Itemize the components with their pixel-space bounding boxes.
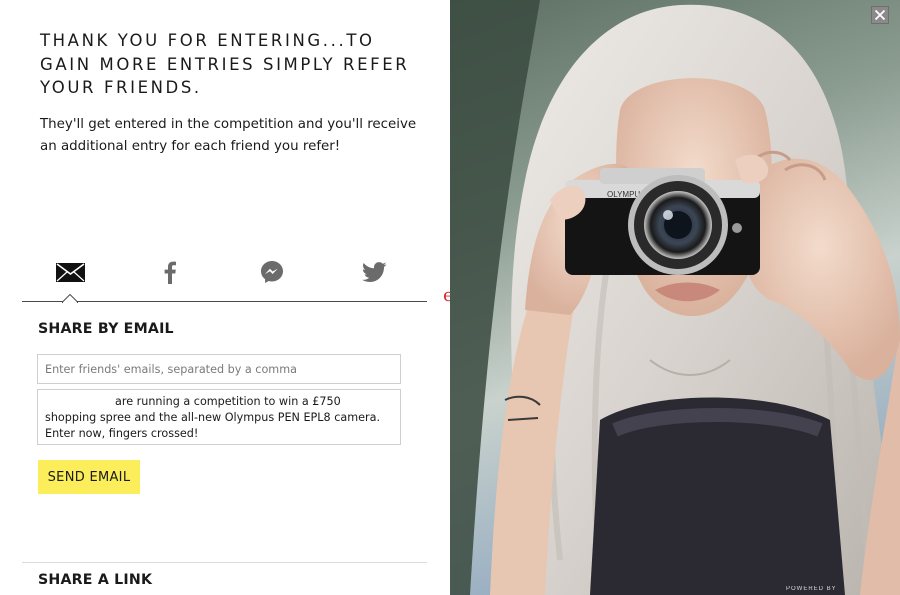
woman-with-camera-illustration: OLYMPUS PEN <box>450 0 900 595</box>
powered-by-label: POWERED BY <box>786 586 837 592</box>
twitter-icon <box>361 262 386 282</box>
tab-twitter[interactable] <box>324 252 424 292</box>
page-title: THANK YOU FOR ENTERING...TO GAIN MORE EN… <box>40 31 410 97</box>
promo-photo: OLYMPUS PEN POWERED BY <box>450 0 900 595</box>
envelope-icon <box>55 262 85 282</box>
active-tab-pointer <box>62 294 78 303</box>
tab-facebook[interactable] <box>120 252 220 292</box>
friends-emails-input[interactable] <box>37 354 401 384</box>
messenger-icon <box>261 261 283 283</box>
tab-messenger[interactable] <box>222 252 322 292</box>
section-divider <box>22 562 427 563</box>
close-button[interactable] <box>871 6 889 24</box>
share-tabs <box>22 252 427 304</box>
share-panel: THANK YOU FOR ENTERING...TO GAIN MORE EN… <box>0 0 450 595</box>
share-by-email-heading: SHARE BY EMAIL <box>38 321 174 337</box>
facebook-icon <box>164 261 176 284</box>
tab-divider <box>22 301 427 302</box>
close-icon <box>874 9 886 21</box>
tab-email[interactable] <box>20 252 120 292</box>
share-message-textarea[interactable]: are running a competition to win a £750 … <box>37 389 401 445</box>
referral-description: They'll get entered in the competition a… <box>40 117 417 154</box>
share-a-link-heading: SHARE A LINK <box>38 572 153 588</box>
send-email-button[interactable]: SEND EMAIL <box>38 460 140 494</box>
share-message-text: are running a competition to win a £750 … <box>45 395 381 440</box>
